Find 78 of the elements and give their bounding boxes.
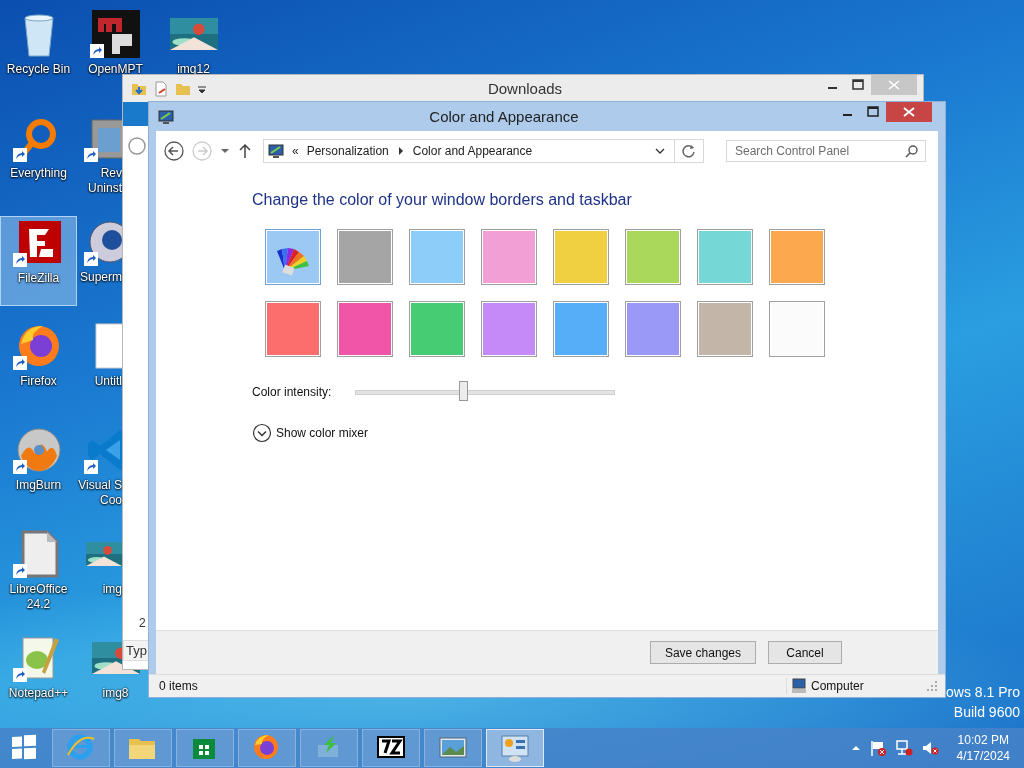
section-heading: Change the color of your window borders and taskbar [252,191,633,209]
document-icon[interactable] [153,80,169,97]
status-text: 0 items [159,679,198,693]
clock-date: 4/17/2024 [956,748,1010,764]
chevron-right-icon [396,146,405,156]
color-swatch[interactable] [337,229,393,285]
color-swatch[interactable] [553,229,609,285]
color-swatch[interactable] [337,301,393,357]
desktop-icon-label[interactable]: Firefox [20,374,57,389]
color-swatch[interactable] [625,301,681,357]
address-bar[interactable]: « Personalization Color and Appearance [263,139,704,163]
computer-icon [791,678,807,694]
color-swatch[interactable] [697,301,753,357]
shortcut-arrow-icon [12,460,27,474]
desktop-icon-label[interactable]: Everything [10,166,67,181]
flag-alert-icon[interactable] [868,739,887,757]
network-alert-icon[interactable] [894,739,913,757]
taskbar-button[interactable] [362,729,420,767]
dialog-button[interactable]: Cancel [768,641,842,664]
desktop-icon-label[interactable]: Recycle Bin [6,62,71,77]
shortcut-arrow-icon [84,460,98,474]
color-swatch[interactable] [769,301,825,357]
resize-grip-icon[interactable] [927,681,937,691]
shortcut-arrow-icon [84,148,98,162]
shortcut-arrow-icon [12,356,27,370]
column-header[interactable]: Typ [123,640,149,661]
status-text: Computer [811,679,864,693]
desktop-icon-label[interactable]: img [102,582,122,597]
close-button[interactable] [886,102,932,122]
os-edition-text: Build 9600 [953,704,1020,720]
shortcut-arrow-icon [12,564,27,578]
chevron-down-icon[interactable] [654,146,666,156]
color-swatch[interactable] [769,229,825,285]
shortcut-arrow-icon [12,148,27,162]
desktop-icon-label[interactable]: Superm [79,270,122,285]
color-swatch[interactable] [409,229,465,285]
color-swatch[interactable] [409,301,465,357]
clock[interactable]: 10:02 PM 4/17/2024 [956,732,1010,764]
back-button[interactable] [163,140,185,162]
color-swatch[interactable] [697,229,753,285]
volume-muted-icon[interactable] [920,739,939,757]
shortcut-arrow-icon [89,44,104,58]
slider-thumb[interactable] [459,380,469,401]
desktop-icon-label[interactable]: Rev Uninst [88,166,122,196]
shortcut-arrow-icon [12,253,27,267]
search-icon[interactable] [905,144,919,158]
shortcut-arrow-icon [84,252,98,266]
desktop-icon-label[interactable]: LibreOffice 24.2 [9,582,68,612]
tray-expand-icon[interactable] [850,743,861,753]
color-swatch[interactable] [265,301,321,357]
item-count-text: 2 [138,616,147,630]
disc-icon[interactable] [14,426,63,474]
mpt-logo-icon[interactable] [91,10,140,58]
dialog-button[interactable]: Save changes [649,641,756,664]
automatic-color-swatch[interactable] [265,229,321,285]
breadcrumb-link[interactable]: Color and Appearance [412,144,533,158]
desktop-icon-label[interactable]: Visual S Coo [78,478,122,508]
breadcrumb-overflow[interactable]: « [292,144,299,158]
window-title: Downloads [486,80,564,97]
shortcut-arrow-icon [12,668,27,682]
search-field[interactable]: Search Control Panel [726,140,926,162]
show-color-mixer-link[interactable]: Show color mixer [276,426,369,440]
color-swatch[interactable] [481,301,537,357]
desktop-icon-label[interactable]: OpenMPT [88,62,143,77]
monitor-icon [268,143,284,159]
window-title: Color and Appearance [428,108,580,125]
control-panel-icon [500,733,530,763]
desktop-icon-label[interactable]: ImgBurn [15,478,62,493]
breadcrumb-link[interactable]: Personalization [306,144,389,158]
clock-time: 10:02 PM [956,732,1010,748]
color-swatch[interactable] [625,229,681,285]
monitor-icon [158,108,174,125]
os-edition-text: ows 8.1 Pro [946,684,1020,700]
slider-label: Color intensity: [252,385,333,399]
color-swatch[interactable] [553,301,609,357]
chevron-down-icon[interactable] [252,423,272,443]
desktop-icon-label[interactable]: Untitl [94,374,122,389]
color-swatch[interactable] [481,229,537,285]
